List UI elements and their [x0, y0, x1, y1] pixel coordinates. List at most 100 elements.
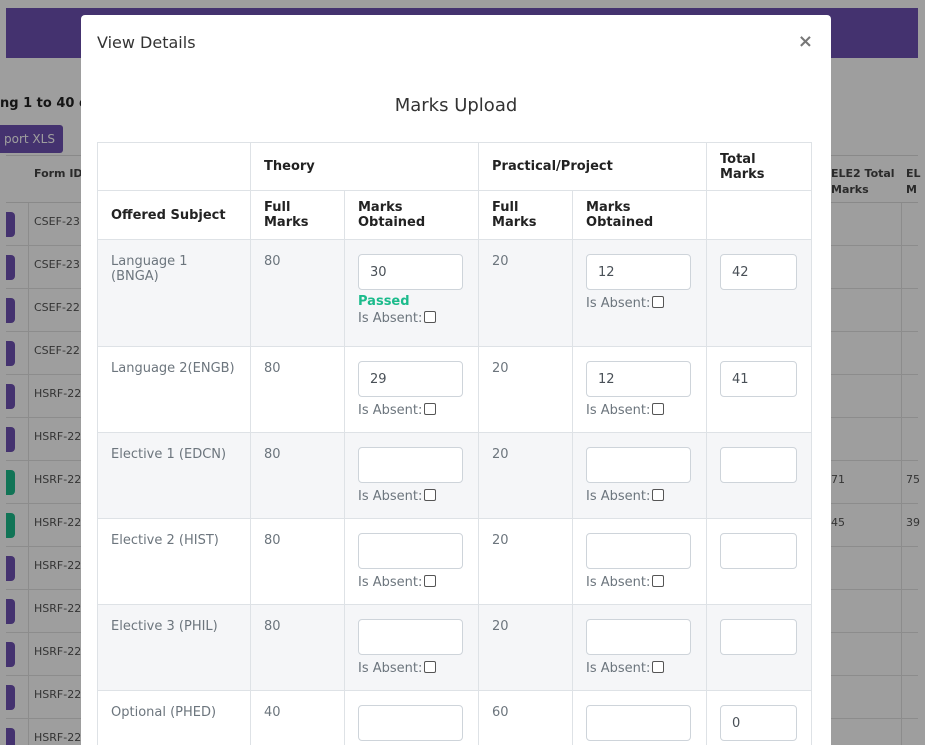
subject-row: Elective 3 (PHIL) 80 Is Absent: 20 Is Absent…	[97, 604, 813, 691]
theory-marks-cell: Is Absent:	[343, 604, 480, 691]
theory-full-marks-cell: 80	[250, 239, 345, 347]
header-theory-full-marks: Full Marks	[250, 190, 345, 240]
theory-marks-input[interactable]	[358, 705, 463, 741]
total-marks-cell	[706, 518, 813, 605]
subject-cell: Elective 3 (PHIL)	[97, 604, 251, 691]
subject-cell: Elective 1 (EDCN)	[97, 432, 251, 519]
modal-title: View Details	[97, 33, 196, 52]
practical-full-marks-cell: 20	[478, 604, 574, 691]
theory-absent-checkbox[interactable]	[424, 489, 437, 501]
practical-full-marks-cell: 20	[478, 239, 574, 347]
theory-absent-label[interactable]: Is Absent:	[358, 575, 465, 590]
header-theory: Theory	[249, 142, 480, 191]
is-absent-text: Is Absent:	[358, 489, 423, 504]
practical-marks-cell: Is Absent:	[572, 239, 708, 347]
theory-marks-input[interactable]	[358, 619, 463, 655]
practical-marks-cell: Is Absent:	[572, 604, 708, 691]
practical-marks-cell	[572, 690, 708, 745]
practical-marks-input[interactable]	[586, 533, 692, 569]
practical-marks-input[interactable]	[586, 447, 692, 483]
practical-marks-input[interactable]	[586, 619, 692, 655]
subject-row: Language 2(ENGB)80 Is Absent: 20 Is Absent:	[97, 346, 813, 433]
subject-row: Elective 2 (HIST) 80 Is Absent: 20 Is Absent…	[97, 518, 813, 605]
practical-absent-checkbox[interactable]	[652, 489, 665, 501]
header-practical-full-marks: Full Marks	[478, 190, 574, 240]
practical-full-marks-cell: 20	[478, 432, 574, 519]
theory-absent-label[interactable]: Is Absent:	[358, 661, 465, 676]
marks-upload-table: Theory Practical/Project Total Marks Off…	[97, 142, 813, 745]
view-details-modal: View Details × Marks Upload Theory Pract…	[81, 15, 831, 745]
subject-row: Language 1 (BNGA)80 Passed Is Absent: 20 Is …	[97, 239, 813, 347]
practical-marks-cell: Is Absent:	[572, 346, 708, 433]
theory-absent-checkbox[interactable]	[424, 311, 437, 323]
is-absent-text: Is Absent:	[586, 403, 651, 418]
practical-absent-label[interactable]: Is Absent:	[586, 575, 693, 590]
theory-marks-cell: Is Absent:	[343, 346, 480, 433]
total-marks-cell	[706, 239, 813, 347]
marks-table-body: Language 1 (BNGA)80PassedIs Absent:20Is …	[97, 239, 813, 745]
subject-cell: Language 1 (BNGA)	[97, 239, 251, 347]
practical-absent-checkbox[interactable]	[652, 575, 665, 587]
is-absent-text: Is Absent:	[586, 575, 651, 590]
header-total-marks: Total Marks	[706, 142, 813, 191]
total-marks-input[interactable]	[720, 254, 798, 290]
close-icon[interactable]: ×	[798, 31, 813, 52]
practical-absent-checkbox[interactable]	[652, 661, 665, 673]
total-marks-cell	[706, 432, 813, 519]
theory-absent-label[interactable]: Is Absent:	[358, 403, 465, 418]
practical-full-marks-cell: 60	[478, 690, 574, 745]
theory-absent-label[interactable]: Is Absent:	[358, 489, 465, 504]
is-absent-text: Is Absent:	[586, 661, 651, 676]
practical-absent-label[interactable]: Is Absent:	[586, 403, 693, 418]
practical-full-marks-cell: 20	[478, 518, 574, 605]
theory-marks-cell	[343, 690, 480, 745]
theory-status-badge: Passed	[358, 294, 410, 309]
theory-absent-label[interactable]: Is Absent:	[358, 311, 465, 326]
theory-absent-checkbox[interactable]	[424, 661, 437, 673]
total-marks-cell	[706, 604, 813, 691]
is-absent-text: Is Absent:	[358, 403, 423, 418]
header-offered-subject: Offered Subject	[97, 190, 251, 240]
practical-marks-cell: Is Absent:	[572, 518, 708, 605]
subject-cell: Language 2(ENGB)	[97, 346, 251, 433]
theory-marks-cell: Passed Is Absent:	[343, 239, 480, 347]
is-absent-text: Is Absent:	[358, 575, 423, 590]
theory-marks-input[interactable]	[358, 447, 463, 483]
theory-marks-input[interactable]	[358, 254, 463, 290]
theory-marks-cell: Is Absent:	[343, 518, 480, 605]
total-marks-cell	[706, 690, 813, 745]
theory-marks-input[interactable]	[358, 361, 463, 397]
theory-full-marks-cell: 80	[250, 346, 345, 433]
header-blank	[97, 142, 251, 191]
header-practical: Practical/Project	[478, 142, 708, 191]
total-marks-input[interactable]	[720, 619, 798, 655]
header-theory-marks-obtained: Marks Obtained	[343, 190, 480, 240]
practical-absent-checkbox[interactable]	[652, 403, 665, 415]
total-marks-input[interactable]	[720, 533, 798, 569]
theory-full-marks-cell: 80	[250, 604, 345, 691]
theory-absent-checkbox[interactable]	[424, 575, 437, 587]
practical-absent-label[interactable]: Is Absent:	[586, 661, 693, 676]
header-practical-marks-obtained: Marks Obtained	[572, 190, 708, 240]
marks-upload-title: Marks Upload	[394, 95, 518, 116]
practical-absent-label[interactable]: Is Absent:	[586, 489, 693, 504]
total-marks-input[interactable]	[720, 361, 798, 397]
total-marks-input[interactable]	[720, 705, 798, 741]
practical-marks-input[interactable]	[586, 254, 692, 290]
theory-full-marks-cell: 80	[250, 518, 345, 605]
practical-marks-cell: Is Absent:	[572, 432, 708, 519]
practical-absent-checkbox[interactable]	[652, 296, 665, 308]
practical-marks-input[interactable]	[586, 705, 692, 741]
subject-cell: Optional (PHED)	[97, 690, 251, 745]
total-marks-cell	[706, 346, 813, 433]
theory-absent-checkbox[interactable]	[424, 403, 437, 415]
subject-row: Optional (PHED) 40 60	[97, 690, 813, 745]
practical-full-marks-cell: 20	[478, 346, 574, 433]
total-marks-input[interactable]	[720, 447, 798, 483]
practical-absent-label[interactable]: Is Absent:	[586, 296, 693, 311]
header-total-blank	[706, 190, 813, 240]
is-absent-text: Is Absent:	[586, 489, 651, 504]
subject-row: Elective 1 (EDCN) 80 Is Absent: 20 Is Absent…	[97, 432, 813, 519]
practical-marks-input[interactable]	[586, 361, 692, 397]
theory-marks-input[interactable]	[358, 533, 463, 569]
